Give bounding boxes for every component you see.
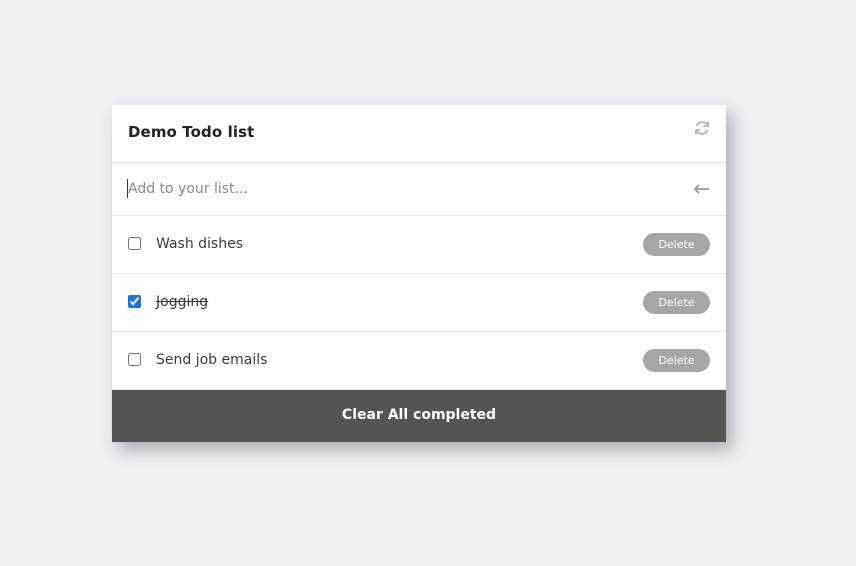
todo-header: Demo Todo list <box>112 105 726 163</box>
refresh-icon[interactable] <box>693 119 711 137</box>
clear-completed-button[interactable]: Clear All completed <box>112 390 726 442</box>
item-checkbox[interactable] <box>128 295 141 308</box>
item-label: Wash dishes <box>156 236 243 252</box>
item-checkbox[interactable] <box>128 353 141 366</box>
page-title: Demo Todo list <box>128 123 255 141</box>
delete-button[interactable]: Delete <box>643 233 710 256</box>
delete-button[interactable]: Delete <box>643 291 710 314</box>
list-item: Wash dishes Delete <box>112 216 726 274</box>
add-item-input[interactable] <box>126 177 668 201</box>
item-label: Jogging <box>156 294 209 310</box>
todo-card: Demo Todo list Wash dishes Delete Joggin… <box>112 105 726 442</box>
list-item: Jogging Delete <box>112 274 726 332</box>
arrow-left-icon[interactable] <box>692 179 712 199</box>
delete-button[interactable]: Delete <box>643 349 710 372</box>
add-row <box>112 163 726 216</box>
item-checkbox[interactable] <box>128 237 141 250</box>
text-caret <box>127 179 128 198</box>
item-label: Send job emails <box>156 352 268 368</box>
list-item: Send job emails Delete <box>112 332 726 390</box>
